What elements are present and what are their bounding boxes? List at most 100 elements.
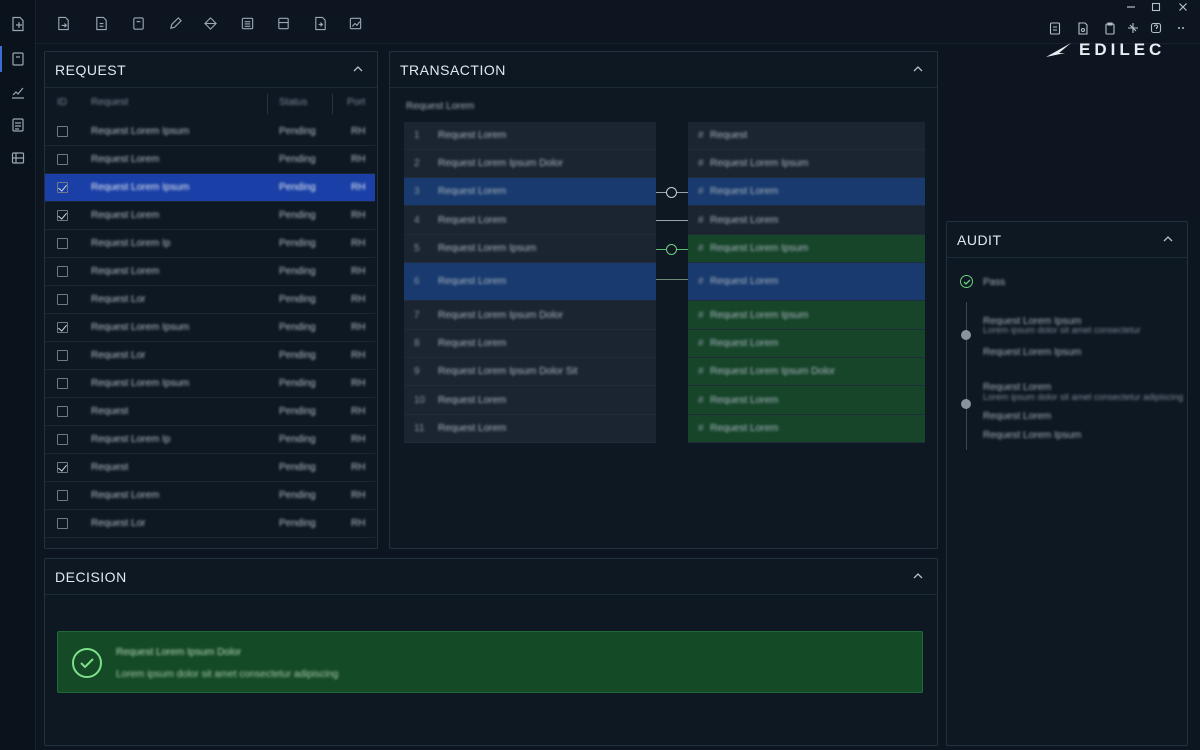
transaction-row[interactable]: 6 Request Lorem xyxy=(404,263,656,301)
chevron-up-icon[interactable] xyxy=(351,62,365,76)
row-checkbox[interactable] xyxy=(57,462,68,473)
diamond-icon[interactable] xyxy=(199,12,221,34)
row-checkbox[interactable] xyxy=(57,266,68,277)
row-checkbox[interactable] xyxy=(57,210,68,221)
table-row[interactable]: Request Lorem Ipsum Pending RH xyxy=(45,370,375,398)
transaction-row[interactable]: 10 Request Lorem xyxy=(404,386,656,415)
match-node[interactable] xyxy=(666,187,677,198)
timeline-node[interactable] xyxy=(961,399,971,409)
grid-icon[interactable] xyxy=(6,146,30,170)
transaction-row[interactable]: # Request Lorem xyxy=(688,178,925,206)
transaction-row[interactable]: # Request Lorem xyxy=(688,263,925,301)
timeline-node[interactable] xyxy=(961,330,971,340)
transaction-row[interactable]: # Request Lorem xyxy=(688,330,925,358)
audit-panel: AUDIT Pass Request Lorem Ipsum Lorem ips… xyxy=(946,221,1188,746)
transaction-row[interactable]: # Request xyxy=(688,122,925,150)
transaction-row[interactable]: # Request Lorem Ipsum xyxy=(688,235,925,263)
maximize-button[interactable] xyxy=(1151,0,1161,14)
table-row[interactable]: Request Lorem Pending RH xyxy=(45,202,375,230)
request-table-header: ID Request Status Port xyxy=(45,90,375,118)
request-status-cell: Pending xyxy=(279,378,316,389)
close-button[interactable] xyxy=(1178,0,1188,14)
table-row[interactable]: Request Lorem Ipsum Pending RH xyxy=(45,174,375,202)
minimize-button[interactable] xyxy=(1126,0,1136,14)
transaction-row[interactable]: # Request Lorem xyxy=(688,206,925,235)
column-header[interactable]: Status xyxy=(279,97,307,108)
row-checkbox[interactable] xyxy=(57,322,68,333)
row-checkbox[interactable] xyxy=(57,406,68,417)
row-checkbox[interactable] xyxy=(57,126,68,137)
table-row[interactable]: Request Pending RH xyxy=(45,454,375,482)
transaction-row[interactable]: 3 Request Lorem xyxy=(404,178,656,206)
top-toolbar xyxy=(36,0,1200,44)
table-icon[interactable] xyxy=(236,12,258,34)
table-row[interactable]: Request Lor Pending RH xyxy=(45,510,375,538)
transaction-row[interactable]: 11 Request Lorem xyxy=(404,415,656,443)
file-export-icon[interactable] xyxy=(52,12,74,34)
chevron-up-icon[interactable] xyxy=(911,569,925,583)
transaction-row-text: Request Lorem Ipsum xyxy=(710,243,809,254)
request-name-cell: Request Lorem xyxy=(91,210,160,221)
sparkle-icon[interactable] xyxy=(1123,18,1143,38)
table-row[interactable]: Request Pending RH xyxy=(45,398,375,426)
chart-icon[interactable] xyxy=(344,12,366,34)
logo-text: EDILEC xyxy=(1079,40,1166,59)
transaction-row[interactable]: # Request Lorem xyxy=(688,386,925,415)
transaction-row[interactable]: # Request Lorem Ipsum Dolor xyxy=(688,358,925,386)
transaction-row[interactable]: # Request Lorem Ipsum xyxy=(688,150,925,178)
more-icon[interactable] xyxy=(1172,18,1192,38)
column-header[interactable]: Port xyxy=(347,97,365,108)
clipboard-icon[interactable] xyxy=(1100,18,1120,38)
chevron-up-icon[interactable] xyxy=(1161,232,1175,246)
table-row[interactable]: Request Lorem Pending RH xyxy=(45,258,375,286)
document-toolbar-icon[interactable] xyxy=(90,12,112,34)
table-row[interactable]: Request Lorem Ip Pending RH xyxy=(45,426,375,454)
column-header[interactable]: Request xyxy=(91,97,128,108)
note-icon[interactable] xyxy=(127,12,149,34)
column-header[interactable]: ID xyxy=(57,97,67,108)
chart-edit-icon[interactable] xyxy=(6,80,30,104)
row-checkbox[interactable] xyxy=(57,518,68,529)
row-checkbox[interactable] xyxy=(57,490,68,501)
table-row[interactable]: Request Lorem Ipsum Pending RH xyxy=(45,118,375,146)
table-row[interactable]: Request Lorem Ip Pending RH xyxy=(45,230,375,258)
doc-icon[interactable] xyxy=(1045,18,1065,38)
transaction-row[interactable]: 5 Request Lorem Ipsum xyxy=(404,235,656,263)
file-icon[interactable] xyxy=(6,47,30,71)
transaction-row[interactable]: 2 Request Lorem Ipsum Dolor xyxy=(404,150,656,178)
transaction-row-text: Request Lorem xyxy=(710,215,779,226)
row-checkbox[interactable] xyxy=(57,182,68,193)
transaction-row[interactable]: 7 Request Lorem Ipsum Dolor xyxy=(404,301,656,330)
layout-icon[interactable] xyxy=(272,12,294,34)
chevron-up-icon[interactable] xyxy=(911,62,925,76)
import-icon[interactable] xyxy=(309,12,331,34)
row-checkbox[interactable] xyxy=(57,238,68,249)
document-icon[interactable] xyxy=(6,12,30,36)
row-checkbox[interactable] xyxy=(57,350,68,361)
transaction-row[interactable]: 4 Request Lorem xyxy=(404,206,656,235)
table-row[interactable]: Request Lor Pending RH xyxy=(45,342,375,370)
transaction-row[interactable]: # Request Lorem xyxy=(688,415,925,443)
row-checkbox[interactable] xyxy=(57,434,68,445)
transaction-row[interactable]: 8 Request Lorem xyxy=(404,330,656,358)
doc-alt-icon[interactable] xyxy=(1073,18,1093,38)
transaction-row[interactable]: 9 Request Lorem Ipsum Dolor Sit xyxy=(404,358,656,386)
request-port-cell: RH xyxy=(351,378,366,389)
column-divider[interactable] xyxy=(332,94,333,114)
list-icon[interactable] xyxy=(6,113,30,137)
pencil-icon[interactable] xyxy=(164,12,186,34)
transaction-row-number: # xyxy=(698,366,704,377)
row-checkbox[interactable] xyxy=(57,154,68,165)
request-status-cell: Pending xyxy=(279,350,316,361)
column-divider[interactable] xyxy=(267,94,268,114)
table-row[interactable]: Request Lorem Pending RH xyxy=(45,146,375,174)
help-icon[interactable] xyxy=(1146,18,1166,38)
table-row[interactable]: Request Lor Pending RH xyxy=(45,286,375,314)
match-node[interactable] xyxy=(666,244,677,255)
table-row[interactable]: Request Lorem Pending RH xyxy=(45,482,375,510)
transaction-row[interactable]: 1 Request Lorem xyxy=(404,122,656,150)
table-row[interactable]: Request Lorem Ipsum Pending RH xyxy=(45,314,375,342)
row-checkbox[interactable] xyxy=(57,294,68,305)
row-checkbox[interactable] xyxy=(57,378,68,389)
transaction-row[interactable]: # Request Lorem Ipsum xyxy=(688,301,925,330)
